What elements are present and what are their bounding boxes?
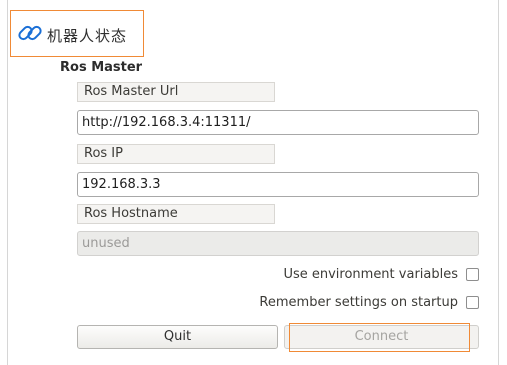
section-title-ros-master: Ros Master bbox=[60, 60, 143, 75]
use-env-variables-checkbox[interactable] bbox=[466, 267, 479, 281]
ros-master-url-input[interactable] bbox=[77, 110, 479, 135]
quit-button[interactable]: Quit bbox=[77, 325, 278, 349]
remember-settings-option[interactable]: Remember settings on startup bbox=[259, 292, 479, 312]
remember-settings-label: Remember settings on startup bbox=[259, 294, 458, 310]
ros-hostname-input[interactable] bbox=[77, 231, 479, 256]
connect-button[interactable]: Connect bbox=[284, 325, 479, 349]
ros-hostname-label: Ros Hostname bbox=[77, 204, 275, 224]
ros-ip-label: Ros IP bbox=[77, 144, 275, 164]
ros-master-url-label: Ros Master Url bbox=[77, 82, 275, 102]
remember-settings-checkbox[interactable] bbox=[466, 295, 479, 309]
panel-title: 机器人状态 bbox=[47, 27, 128, 45]
panel-header: 机器人状态 bbox=[10, 10, 144, 57]
use-env-variables-label: Use environment variables bbox=[283, 266, 458, 282]
link-icon bbox=[18, 25, 42, 41]
ros-ip-input[interactable] bbox=[77, 172, 479, 197]
use-env-variables-option[interactable]: Use environment variables bbox=[283, 264, 479, 284]
